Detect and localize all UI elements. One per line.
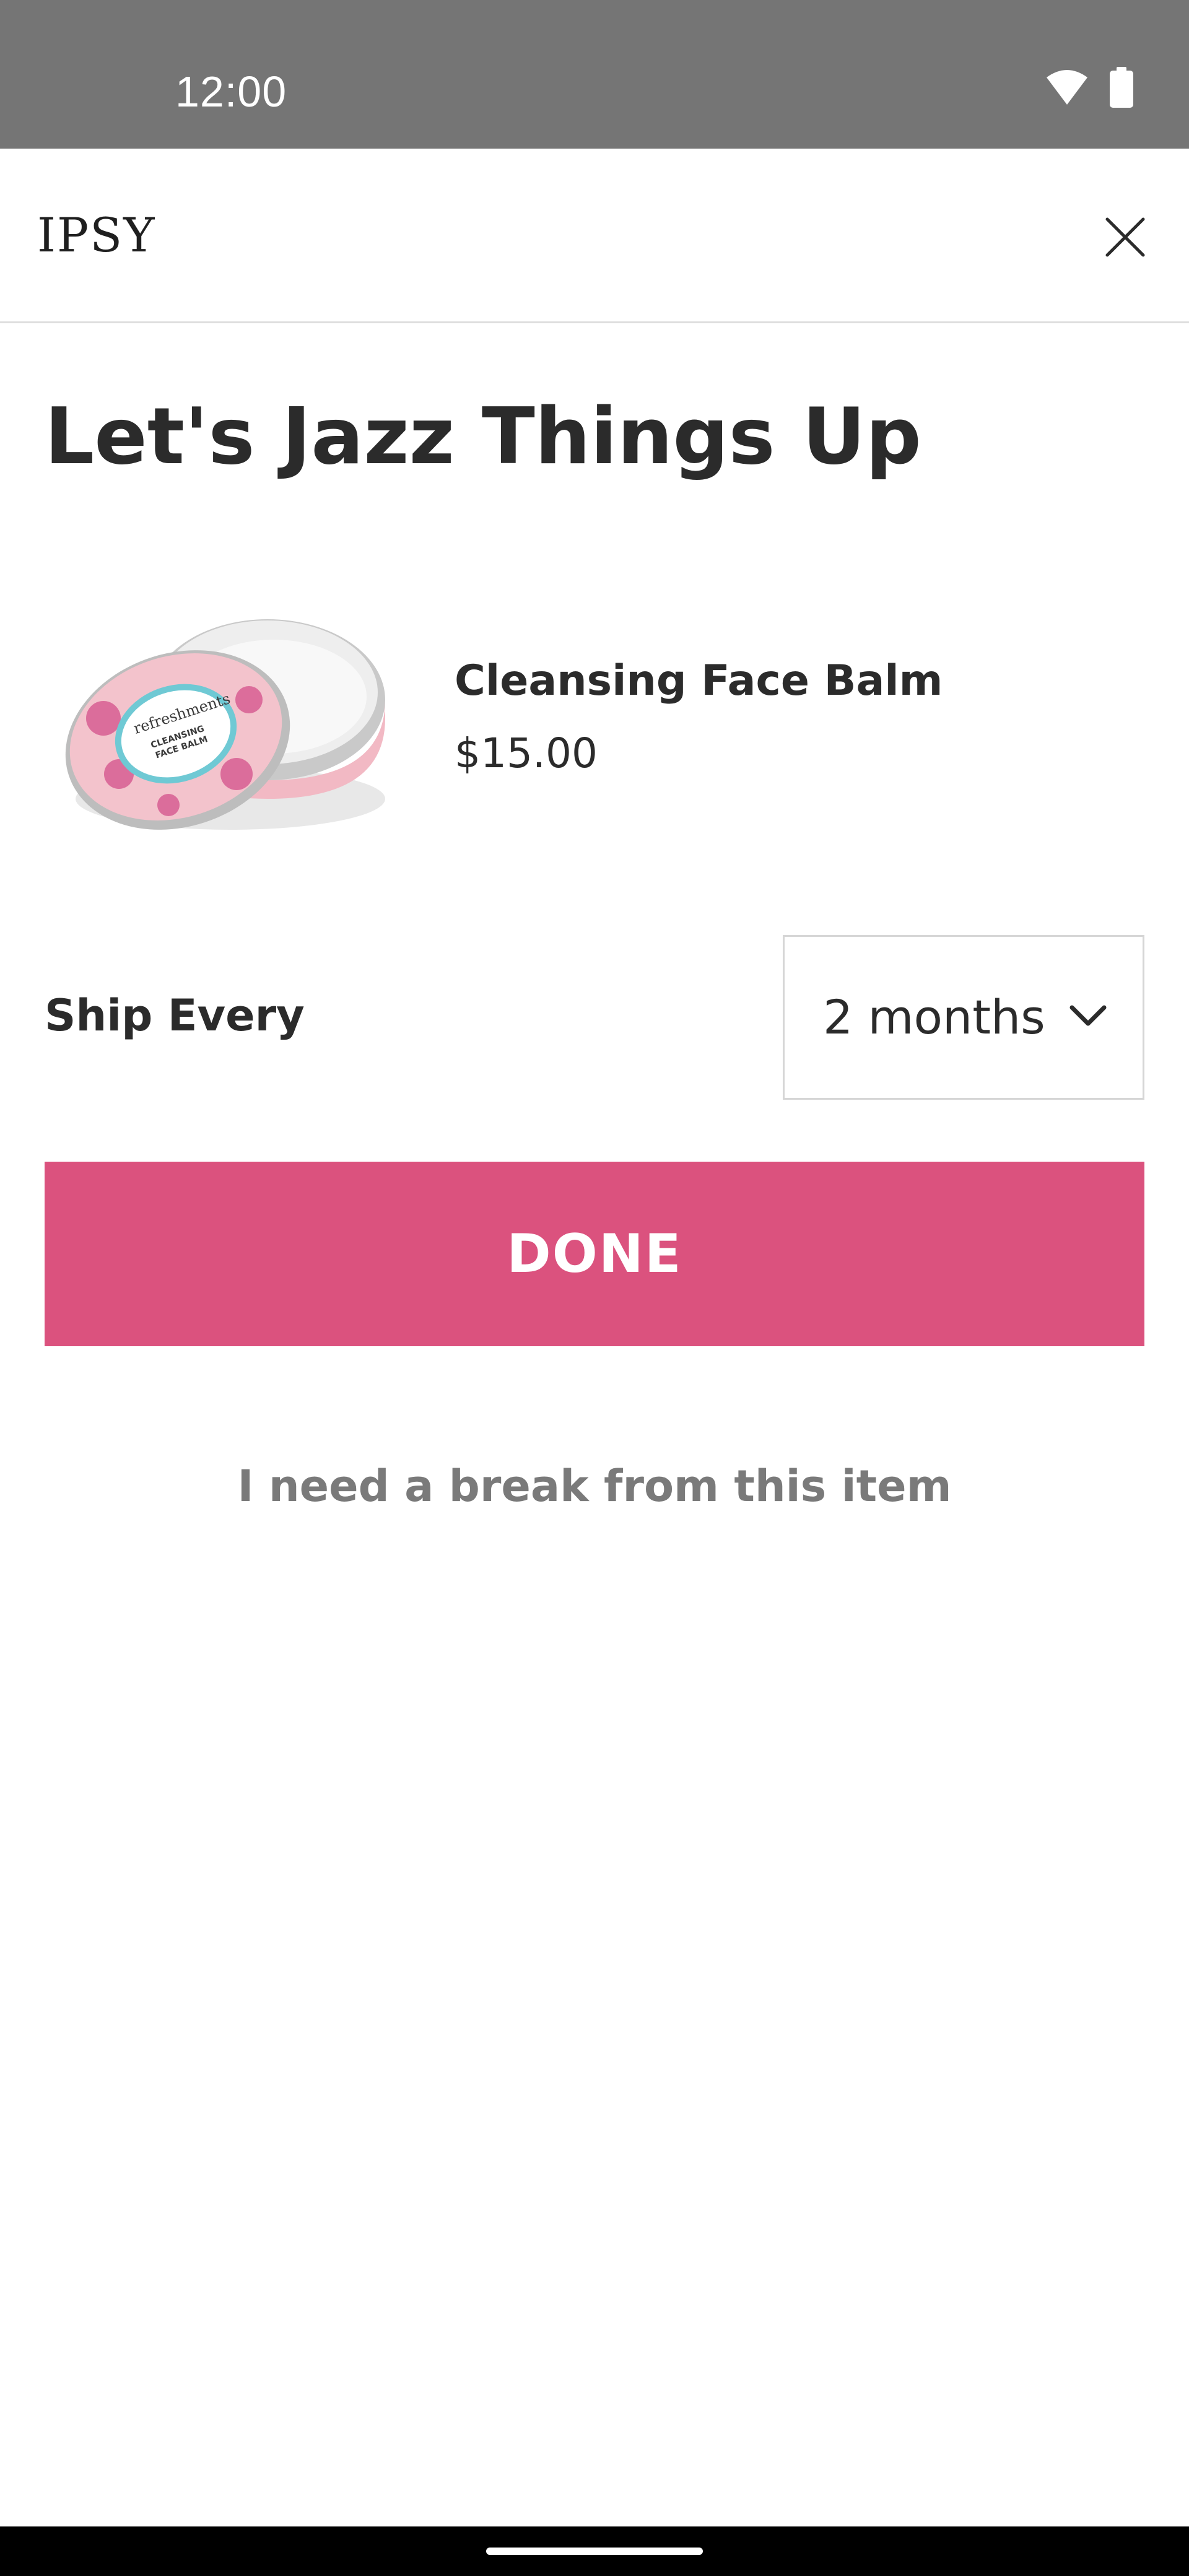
- page-title: Let's Jazz Things Up: [45, 391, 921, 482]
- ship-frequency-value: 2 months: [823, 990, 1045, 1045]
- app-header: IPSY: [0, 149, 1189, 323]
- close-icon: [1105, 217, 1146, 260]
- status-time: 12:00: [175, 67, 287, 116]
- close-button[interactable]: [1097, 211, 1153, 266]
- status-bar: 12:00: [0, 0, 1189, 149]
- done-button[interactable]: DONE: [45, 1162, 1144, 1346]
- product-price: $15.00: [455, 729, 598, 777]
- home-indicator[interactable]: [486, 2548, 703, 2555]
- product-info: Cleansing Face Balm $15.00: [455, 650, 943, 788]
- ship-frequency-select[interactable]: 2 months: [783, 935, 1144, 1100]
- break-from-item-link[interactable]: I need a break from this item: [0, 1455, 1189, 1517]
- product-name: Cleansing Face Balm: [455, 656, 943, 705]
- product-card: refreshments CLEANSING FACE BALM Cleansi…: [45, 594, 1144, 855]
- ship-every-label: Ship Every: [45, 990, 305, 1041]
- wifi-icon: [1045, 69, 1089, 106]
- chevron-down-icon: [1068, 1004, 1108, 1031]
- brand-logo: IPSY: [37, 207, 156, 263]
- system-nav-bar: [0, 2526, 1189, 2576]
- battery-icon: [1110, 67, 1133, 108]
- product-image: refreshments CLEANSING FACE BALM: [45, 594, 416, 855]
- status-icons: [1045, 67, 1133, 108]
